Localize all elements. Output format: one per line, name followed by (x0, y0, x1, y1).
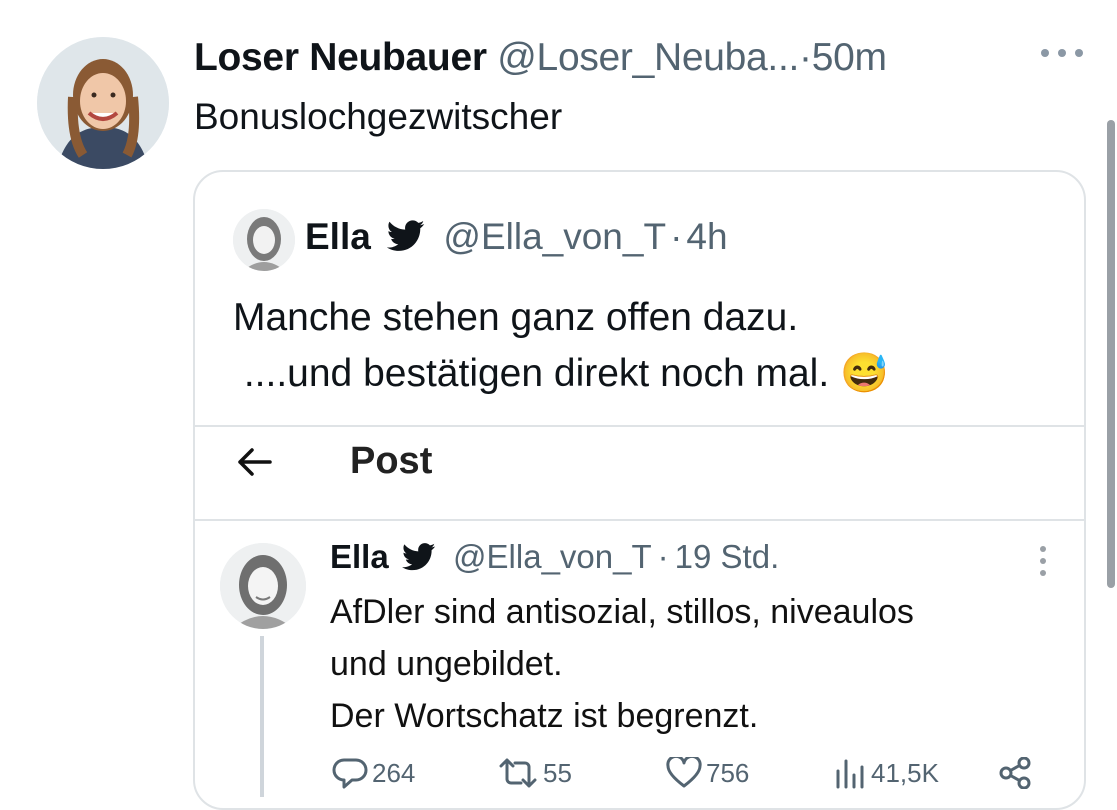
author-handle[interactable]: @Loser_Neuba... (497, 36, 799, 79)
post-handle[interactable]: @Ella_von_T (453, 538, 652, 575)
thread-line (260, 636, 264, 797)
heart-icon (666, 757, 702, 789)
quoted-time[interactable]: 4h (686, 216, 727, 257)
more-horizontal-icon[interactable] (1037, 38, 1087, 68)
share-button[interactable] (998, 757, 1034, 789)
repost-count: 55 (543, 757, 572, 788)
quoted-author-avatar[interactable] (233, 209, 295, 271)
post-text: AfDler sind antisozial, stillos, niveaul… (330, 586, 914, 742)
separator-dot: · (670, 216, 683, 257)
divider (195, 425, 1084, 427)
repost-button[interactable]: 55 (497, 757, 572, 789)
quoted-text-line-2: ....und bestätigen direkt noch mal. (233, 352, 830, 395)
post-header: Ella @Ella_von_T · 19 Std. (330, 538, 779, 576)
quoted-handle[interactable]: @Ella_von_T (443, 216, 666, 257)
divider (195, 519, 1084, 521)
post-text-line-1: AfDler sind antisozial, stillos, niveaul… (330, 593, 914, 631)
like-button[interactable]: 756 (666, 757, 749, 789)
sweat-smile-emoji: 😅 (840, 352, 889, 395)
author-display-name[interactable]: Loser Neubauer (194, 36, 487, 79)
tweet-header: Loser Neubauer @Loser_Neuba...·50m (194, 36, 887, 80)
like-count: 756 (706, 757, 750, 788)
separator-dot: · (799, 36, 812, 79)
post-display-name[interactable]: Ella (330, 538, 389, 575)
quoted-display-name[interactable]: Ella (305, 216, 371, 257)
reply-button[interactable]: 264 (332, 757, 415, 789)
quoted-tweet-text: Manche stehen ganz offen dazu. ....und b… (233, 290, 889, 402)
views-chart-icon (833, 757, 867, 789)
post-author-avatar[interactable] (220, 543, 306, 629)
separator-dot: · (657, 538, 669, 575)
quoted-text-line-1: Manche stehen ganz offen dazu. (233, 296, 799, 339)
page-title: Post (350, 440, 433, 482)
views-button[interactable]: 41,5K (833, 757, 939, 789)
tweet-text: Bonuslochgezwitscher (194, 96, 563, 137)
post-text-line-3: Der Wortschatz ist begrenzt. (330, 697, 759, 735)
repost-icon (497, 757, 539, 789)
quoted-tweet-header: Ella @Ella_von_T · 4h (305, 216, 728, 258)
reply-count: 264 (372, 757, 416, 788)
arrow-left-icon[interactable] (232, 440, 276, 484)
more-vertical-icon[interactable] (1036, 544, 1050, 578)
author-avatar[interactable] (37, 37, 169, 169)
twitter-bird-icon (387, 220, 425, 252)
twitter-bird-icon (401, 543, 436, 571)
post-text-line-2: und ungebildet. (330, 645, 563, 683)
reply-icon (332, 757, 368, 789)
tweet-time[interactable]: 50m (812, 36, 887, 79)
scrollbar[interactable] (1107, 120, 1115, 588)
share-icon (998, 757, 1034, 789)
views-count: 41,5K (871, 757, 939, 788)
post-time[interactable]: 19 Std. (675, 538, 780, 575)
